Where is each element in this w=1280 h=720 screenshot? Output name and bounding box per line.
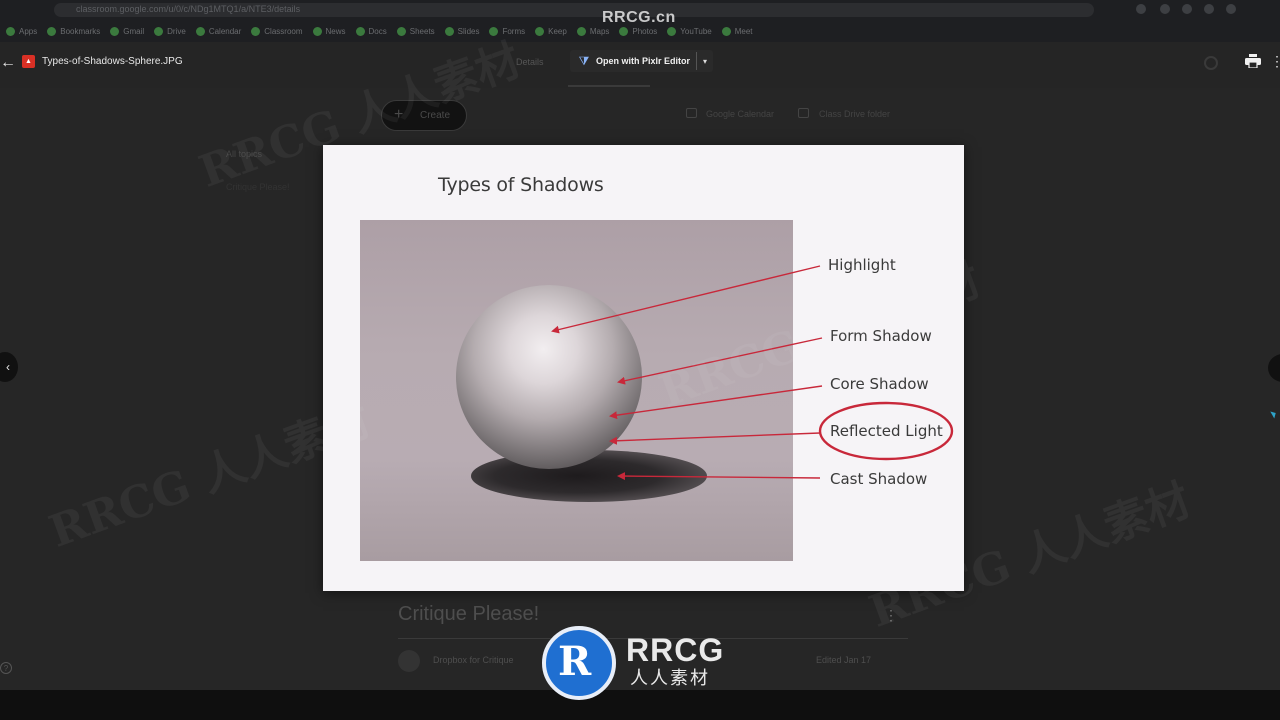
assignment-icon xyxy=(398,650,420,672)
bookmark-favicon-icon xyxy=(251,26,261,36)
bookmark-item[interactable]: Classroom xyxy=(251,26,303,36)
bookmark-item[interactable]: Keep xyxy=(535,26,567,36)
address-bar[interactable]: classroom.google.com/u/0/c/NDg1MTQ1/a/NT… xyxy=(54,3,1094,17)
mouse-cursor-icon xyxy=(1270,409,1278,419)
bookmark-item[interactable]: Calendar xyxy=(195,26,242,36)
dropbox-label: Dropbox for Critique xyxy=(433,655,514,665)
reflected-light-arrow xyxy=(609,432,821,445)
calendar-icon xyxy=(686,108,697,118)
annotation-arrows xyxy=(551,265,954,481)
watermark-text: RRCG.cn xyxy=(602,9,676,26)
extension-icon[interactable] xyxy=(1160,4,1170,14)
help-icon: ? xyxy=(0,662,12,674)
bookmark-favicon-icon xyxy=(312,26,322,36)
label-reflected-light: Reflected Light xyxy=(830,422,943,440)
open-with-button[interactable]: ⧩ Open with Pixlr Editor ▾ xyxy=(570,50,714,72)
file-name: Types-of-Shadows-Sphere.JPG xyxy=(42,56,183,67)
bookmark-favicon-icon xyxy=(535,26,545,36)
bookmark-label: Bookmarks xyxy=(60,26,101,36)
chevron-down-icon[interactable]: ▾ xyxy=(697,57,713,66)
bookmark-favicon-icon xyxy=(110,26,120,36)
bookmark-favicon-icon xyxy=(355,26,365,36)
bookmark-favicon-icon xyxy=(154,26,164,36)
viewer-header: ← ▲ Types-of-Shadows-Sphere.JPG Details … xyxy=(0,42,1280,88)
bookmark-label: Sheets xyxy=(409,26,435,36)
next-file-button[interactable] xyxy=(1268,354,1280,382)
edited-date: Edited Jan 17 xyxy=(816,655,872,665)
bookmark-label: Calendar xyxy=(208,26,242,36)
bookmark-item[interactable]: Slides xyxy=(444,26,479,36)
extension-icon[interactable] xyxy=(1204,4,1214,14)
cast-shadow-arrow xyxy=(617,472,821,481)
assignment-title: Critique Please! xyxy=(398,603,540,625)
bookmark-item[interactable]: Gmail xyxy=(110,26,145,36)
active-tab-indicator xyxy=(568,85,650,87)
bookmark-item[interactable]: Photos xyxy=(619,26,658,36)
bookmark-favicon-icon xyxy=(721,26,731,36)
label-highlight: Highlight xyxy=(828,256,896,274)
profile-avatar[interactable] xyxy=(1226,4,1236,14)
label-core-shadow: Core Shadow xyxy=(830,375,929,393)
bookmark-favicon-icon xyxy=(667,26,677,36)
bookmark-item[interactable]: Sheets xyxy=(396,26,435,36)
class-drive-folder-link: Class Drive folder xyxy=(819,109,891,119)
address-text: classroom.google.com/u/0/c/NDg1MTQ1/a/NT… xyxy=(76,4,301,14)
bottom-bar xyxy=(0,690,1280,720)
bookmark-label: News xyxy=(325,26,346,36)
bookmark-favicon-icon xyxy=(195,26,205,36)
bookmark-label: Classroom xyxy=(264,26,303,36)
back-arrow-icon[interactable]: ← xyxy=(0,54,16,72)
bookmark-label: Photos xyxy=(632,26,658,36)
bookmark-item[interactable]: News xyxy=(312,26,346,36)
bookmark-item[interactable]: Apps xyxy=(6,26,38,36)
bookmark-label: Gmail xyxy=(123,26,145,36)
bookmark-label: Docs xyxy=(368,26,387,36)
extension-icon[interactable] xyxy=(1182,4,1192,14)
bookmark-label: Meet xyxy=(734,26,753,36)
bookmark-favicon-icon xyxy=(619,26,629,36)
bookmark-item[interactable]: Drive xyxy=(154,26,186,36)
logo-letter: R xyxy=(558,638,592,685)
bookmark-item[interactable]: Docs xyxy=(355,26,387,36)
label-cast-shadow: Cast Shadow xyxy=(830,470,928,488)
add-to-drive-icon[interactable] xyxy=(1204,56,1218,70)
print-icon[interactable] xyxy=(1245,54,1261,68)
pixlr-icon: ⧩ xyxy=(578,53,590,68)
bookmark-favicon-icon xyxy=(444,26,454,36)
bookmark-label: Keep xyxy=(548,26,567,36)
bookmark-item[interactable]: Meet xyxy=(721,26,753,36)
bookmark-label: Drive xyxy=(167,26,186,36)
screen: classroom.google.com/u/0/c/NDg1MTQ1/a/NT… xyxy=(0,0,1280,720)
open-with-label: Open with Pixlr Editor xyxy=(596,56,691,66)
bookmark-label: Maps xyxy=(589,26,610,36)
watermark-subtitle: 人人素材 xyxy=(630,668,710,688)
bookmark-label: Apps xyxy=(19,26,38,36)
folder-icon xyxy=(798,108,809,118)
bookmark-item[interactable]: Bookmarks xyxy=(47,26,101,36)
bookmark-favicon-icon xyxy=(396,26,406,36)
google-calendar-link: Google Calendar xyxy=(706,109,775,119)
more-options-icon[interactable]: ⋮ xyxy=(1270,53,1280,70)
bookmark-label: YouTube xyxy=(680,26,712,36)
watermark-logo: R xyxy=(542,626,616,700)
bookmark-favicon-icon xyxy=(576,26,586,36)
image-preview: Types of Shadows Highlight Form Shadow C… xyxy=(323,145,964,591)
bookmark-favicon-icon xyxy=(6,26,15,36)
extension-icon[interactable] xyxy=(1136,4,1146,14)
bookmark-favicon-icon xyxy=(47,26,57,36)
image-file-icon: ▲ xyxy=(22,55,35,68)
bookmark-item[interactable]: Maps xyxy=(576,26,610,36)
bookmark-item[interactable]: YouTube xyxy=(667,26,712,36)
previous-file-button[interactable]: ‹ xyxy=(0,352,18,382)
